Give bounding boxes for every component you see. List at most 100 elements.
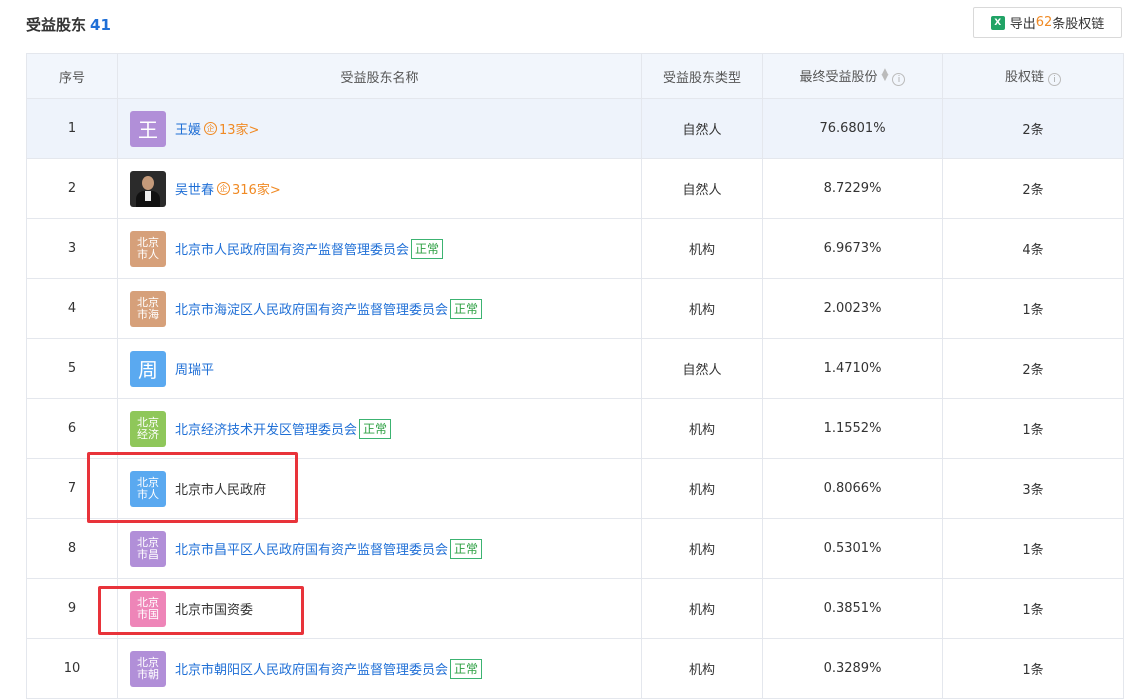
shareholder-name-wrap: 北京 市朝 北京市朝阳区人民政府国有资产监督管理委员会 正常 bbox=[130, 650, 641, 687]
shareholder-name-wrap: 周周瑞平 bbox=[130, 350, 641, 387]
shareholder-name-link[interactable]: 吴世春 bbox=[175, 179, 214, 198]
export-prefix: 导出 bbox=[1009, 17, 1036, 32]
shareholder-name-link[interactable]: 北京市昌平区人民政府国有资产监督管理委员会 bbox=[175, 539, 448, 558]
org-avatar[interactable]: 北京 市人 bbox=[130, 470, 166, 507]
org-avatar-bottom: 经济 bbox=[137, 427, 159, 441]
org-avatar-top: 北京 bbox=[137, 415, 159, 429]
equity-chain-count[interactable]: 2条 bbox=[942, 98, 1124, 159]
shareholder-name-link[interactable]: 北京市人民政府国有资产监督管理委员会 bbox=[175, 239, 409, 258]
person-photo-avatar[interactable] bbox=[130, 170, 166, 207]
status-badge: 正常 bbox=[450, 538, 483, 559]
final-share: 6.9673% bbox=[762, 218, 943, 279]
shareholder-name-cell: 北京 市国 北京市国资委 bbox=[117, 578, 642, 639]
shareholder-name-link[interactable]: 北京市朝阳区人民政府国有资产监督管理委员会 bbox=[175, 659, 448, 678]
shareholder-name-link[interactable]: 北京市国资委 bbox=[175, 599, 253, 618]
shareholder-name-wrap: 北京 市人 北京市人民政府国有资产监督管理委员会 正常 bbox=[130, 230, 641, 267]
row-index: 7 bbox=[26, 458, 118, 519]
status-badge: 正常 bbox=[450, 658, 483, 679]
final-share: 8.7229% bbox=[762, 158, 943, 219]
org-avatar-top: 北京 bbox=[137, 655, 159, 669]
shareholder-name-link[interactable]: 北京市人民政府 bbox=[175, 479, 266, 498]
org-avatar[interactable]: 北京 市人 bbox=[130, 230, 166, 267]
shareholder-name-cell: 北京 市人 北京市人民政府 bbox=[117, 458, 642, 519]
final-share: 76.6801% bbox=[762, 98, 943, 159]
export-suffix: 条股权链 bbox=[1052, 17, 1105, 32]
shareholder-name-cell: 王王媛企 13家> bbox=[117, 98, 642, 159]
shareholder-name-wrap: 北京 市人 北京市人民政府 bbox=[130, 470, 641, 507]
shareholder-type: 机构 bbox=[641, 578, 763, 639]
shareholder-name-cell: 北京 市昌 北京市昌平区人民政府国有资产监督管理委员会 正常 bbox=[117, 518, 642, 579]
column-header-chain-label: 股权链 bbox=[1004, 69, 1044, 85]
section-header: 受益股东 41 X 导出 62 条股权链 bbox=[26, 0, 1124, 50]
table-row: 9 北京 市国 北京市国资委 机构 0.3851% 1条 bbox=[26, 578, 1124, 639]
org-avatar-bottom: 市人 bbox=[137, 487, 159, 501]
equity-chain-count[interactable]: 3条 bbox=[942, 458, 1124, 519]
beneficiary-table: 序号 受益股东名称 受益股东类型 最终受益股份 ▲ ▼ i 股权链 i 1 王王媛企 13… bbox=[26, 53, 1124, 699]
section-title-text: 受益股东 bbox=[26, 16, 87, 34]
equity-chain-count[interactable]: 1条 bbox=[942, 578, 1124, 639]
org-avatar-top: 北京 bbox=[137, 235, 159, 249]
shareholder-type: 机构 bbox=[641, 218, 763, 279]
shareholder-type: 自然人 bbox=[641, 338, 763, 399]
shareholder-name-link[interactable]: 周瑞平 bbox=[175, 359, 214, 378]
final-share: 1.1552% bbox=[762, 398, 943, 459]
table-row: 2 吴世春企 316家> 自然人 8.7229% 2条 bbox=[26, 158, 1124, 219]
info-icon[interactable]: i bbox=[892, 73, 906, 87]
shareholder-type: 机构 bbox=[641, 278, 763, 339]
shareholder-name-cell: 北京 市朝 北京市朝阳区人民政府国有资产监督管理委员会 正常 bbox=[117, 638, 642, 699]
org-avatar[interactable]: 北京 市海 bbox=[130, 290, 166, 327]
column-header-type: 受益股东类型 bbox=[641, 53, 763, 99]
equity-chain-count[interactable]: 4条 bbox=[942, 218, 1124, 279]
holdings-count: 13家> bbox=[219, 123, 260, 138]
shareholder-name-wrap: 王王媛企 13家> bbox=[130, 110, 641, 147]
column-header-share-label: 最终受益股份 bbox=[799, 69, 878, 85]
avatar[interactable]: 王 bbox=[130, 110, 166, 147]
equity-chain-count[interactable]: 1条 bbox=[942, 518, 1124, 579]
column-header-share[interactable]: 最终受益股份 ▲ ▼ i bbox=[762, 53, 943, 99]
holdings-count: 316家> bbox=[232, 183, 281, 198]
shareholder-type: 机构 bbox=[641, 638, 763, 699]
shareholder-type: 自然人 bbox=[641, 98, 763, 159]
equity-chain-count[interactable]: 1条 bbox=[942, 638, 1124, 699]
row-index: 10 bbox=[26, 638, 118, 699]
info-icon[interactable]: i bbox=[1048, 73, 1061, 87]
org-avatar-top: 北京 bbox=[137, 295, 159, 309]
shareholder-name-wrap: 北京 市国 北京市国资委 bbox=[130, 590, 641, 627]
org-avatar[interactable]: 北京 市国 bbox=[130, 590, 166, 627]
final-share: 0.8066% bbox=[762, 458, 943, 519]
shareholder-name-wrap: 北京 经济 北京经济技术开发区管理委员会 正常 bbox=[130, 410, 641, 447]
row-index: 4 bbox=[26, 278, 118, 339]
final-share: 0.3289% bbox=[762, 638, 943, 699]
org-avatar[interactable]: 北京 市昌 bbox=[130, 530, 166, 567]
shareholder-type: 机构 bbox=[641, 398, 763, 459]
shareholder-name-link[interactable]: 北京市海淀区人民政府国有资产监督管理委员会 bbox=[175, 299, 448, 318]
row-index: 8 bbox=[26, 518, 118, 579]
sort-icon[interactable]: ▲ ▼ bbox=[882, 67, 889, 82]
column-header-index: 序号 bbox=[26, 53, 118, 99]
equity-chain-count[interactable]: 2条 bbox=[942, 158, 1124, 219]
shareholder-name-link[interactable]: 王媛 bbox=[175, 119, 201, 138]
shareholder-name-link[interactable]: 北京经济技术开发区管理委员会 bbox=[175, 419, 357, 438]
equity-chain-count[interactable]: 2条 bbox=[942, 338, 1124, 399]
final-share: 0.3851% bbox=[762, 578, 943, 639]
org-avatar[interactable]: 北京 经济 bbox=[130, 410, 166, 447]
holdings-link[interactable]: 企 316家> bbox=[217, 179, 281, 198]
org-avatar[interactable]: 北京 市朝 bbox=[130, 650, 166, 687]
table-row: 4 北京 市海 北京市海淀区人民政府国有资产监督管理委员会 正常 机构 2.0023%… bbox=[26, 278, 1124, 339]
table-row: 7 北京 市人 北京市人民政府 机构 0.8066% 3条 bbox=[26, 458, 1124, 519]
table-row: 5 周周瑞平 自然人 1.4710% 2条 bbox=[26, 338, 1124, 399]
holdings-link[interactable]: 企 13家> bbox=[204, 119, 259, 138]
export-count: 62 bbox=[1035, 15, 1053, 30]
row-index: 1 bbox=[26, 98, 118, 159]
equity-chain-count[interactable]: 1条 bbox=[942, 398, 1124, 459]
row-index: 6 bbox=[26, 398, 118, 459]
equity-chain-count[interactable]: 1条 bbox=[942, 278, 1124, 339]
final-share: 2.0023% bbox=[762, 278, 943, 339]
row-index: 9 bbox=[26, 578, 118, 639]
column-header-name: 受益股东名称 bbox=[117, 53, 642, 99]
org-avatar-top: 北京 bbox=[137, 595, 159, 609]
export-equity-chains-button[interactable]: X 导出 62 条股权链 bbox=[973, 7, 1122, 38]
org-avatar-top: 北京 bbox=[137, 535, 159, 549]
row-index: 5 bbox=[26, 338, 118, 399]
avatar[interactable]: 周 bbox=[130, 350, 166, 387]
